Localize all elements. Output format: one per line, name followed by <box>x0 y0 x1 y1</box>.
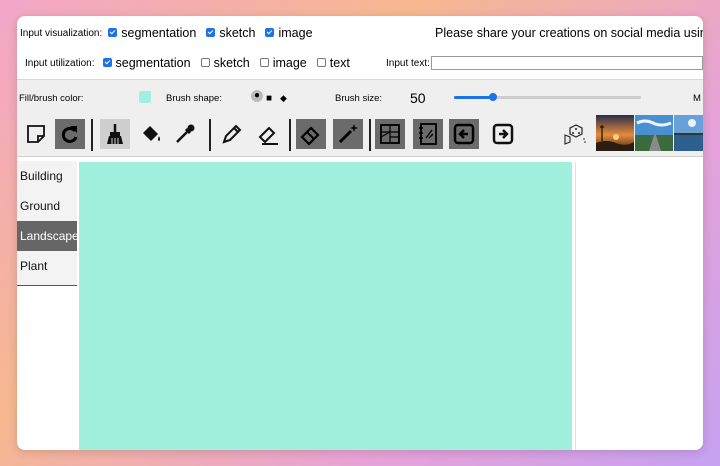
util-image-checkbox[interactable]: image <box>259 56 307 70</box>
checkbox-label: segmentation <box>115 56 191 70</box>
arrow-right-icon[interactable] <box>488 119 518 149</box>
checkbox-box[interactable] <box>259 57 269 67</box>
checkbox-label: image <box>278 26 313 40</box>
toolbar <box>17 114 703 157</box>
toolbar-separator <box>289 119 291 151</box>
brush-shape-circle-button[interactable]: ● <box>251 90 263 102</box>
share-text: Please share your creations on social me… <box>435 26 703 40</box>
eraser-icon[interactable] <box>296 119 326 149</box>
slider-thumb[interactable] <box>489 93 498 101</box>
brush-size-value: 50 <box>410 90 426 106</box>
circle-shape-glyph: ● <box>253 90 261 101</box>
new-document-icon[interactable] <box>21 119 51 149</box>
fill-color-label: Fill/brush color: <box>19 92 84 104</box>
brush-settings-row: Fill/brush color: Brush shape: ● ■ ◆ Bru… <box>17 79 703 117</box>
checkbox-box[interactable] <box>108 27 118 37</box>
brush-shape-square-button[interactable]: ■ <box>266 93 272 104</box>
checkbox-label: sketch <box>219 26 256 40</box>
vis-segmentation-checkbox[interactable]: segmentation <box>108 26 196 40</box>
brush-icon[interactable] <box>100 119 130 149</box>
util-text-checkbox[interactable]: text <box>316 56 350 70</box>
pencil-icon[interactable] <box>217 119 247 149</box>
category-building[interactable]: Building <box>17 161 77 191</box>
brush-shape-diamond-button[interactable]: ◆ <box>280 93 287 104</box>
checkbox-label: text <box>329 56 350 70</box>
toolbar-separator <box>209 119 211 151</box>
vis-sketch-checkbox[interactable]: sketch <box>206 26 255 40</box>
slider-fill <box>454 96 494 99</box>
checkbox-box[interactable] <box>265 27 275 37</box>
output-image-panel <box>575 162 703 450</box>
checkbox-box[interactable] <box>200 57 210 67</box>
sketch-notebook-icon[interactable] <box>413 119 443 149</box>
vis-image-checkbox[interactable]: image <box>265 26 313 40</box>
input-text-label: Input text: <box>386 57 430 69</box>
utilization-row: Input utilization: segmentation sketch i… <box>17 55 703 71</box>
category-ground[interactable]: Ground <box>17 191 77 221</box>
util-sketch-checkbox[interactable]: sketch <box>200 56 250 70</box>
app-window: Input visualization: segmentation sketch… <box>17 16 703 450</box>
example-thumbnail-road[interactable] <box>635 115 673 151</box>
checkbox-label: sketch <box>213 56 250 70</box>
fill-color-swatch[interactable] <box>139 91 151 103</box>
example-thumbnail-sunset[interactable] <box>596 115 634 151</box>
brush-size-slider[interactable] <box>454 93 641 101</box>
brush-size-label: Brush size: <box>335 92 382 104</box>
checkbox-box[interactable] <box>316 57 326 67</box>
redo-icon[interactable] <box>55 119 85 149</box>
magic-wand-icon[interactable] <box>333 119 363 149</box>
visualization-label: Input visualization: <box>20 27 103 39</box>
category-landscape[interactable]: Landscape <box>17 221 79 251</box>
checkbox-box[interactable] <box>206 27 216 37</box>
trailing-label: M <box>693 92 701 104</box>
visualization-row: Input visualization: segmentation sketch… <box>17 25 703 41</box>
line-eraser-icon[interactable] <box>253 119 283 149</box>
checkbox-label: segmentation <box>121 26 197 40</box>
brush-shape-label: Brush shape: <box>166 92 222 104</box>
category-sidebar: Building Ground Landscape Plant <box>17 161 79 286</box>
toolbar-separator <box>91 119 93 151</box>
input-text-field[interactable] <box>431 56 703 70</box>
checkbox-label: image <box>272 56 307 70</box>
category-plant[interactable]: Plant <box>17 251 77 281</box>
example-thumbnail-lake[interactable] <box>674 115 703 151</box>
segmentation-grid-icon[interactable] <box>375 119 405 149</box>
toolbar-separator <box>369 119 371 151</box>
dice-icon[interactable] <box>560 119 590 149</box>
eyedropper-icon[interactable] <box>170 119 200 149</box>
utilization-label: Input utilization: <box>25 57 95 69</box>
checkbox-box[interactable] <box>102 57 112 67</box>
paint-bucket-icon[interactable] <box>136 119 166 149</box>
segmentation-canvas[interactable] <box>79 162 572 450</box>
arrow-left-icon[interactable] <box>449 119 479 149</box>
util-segmentation-checkbox[interactable]: segmentation <box>102 56 191 70</box>
